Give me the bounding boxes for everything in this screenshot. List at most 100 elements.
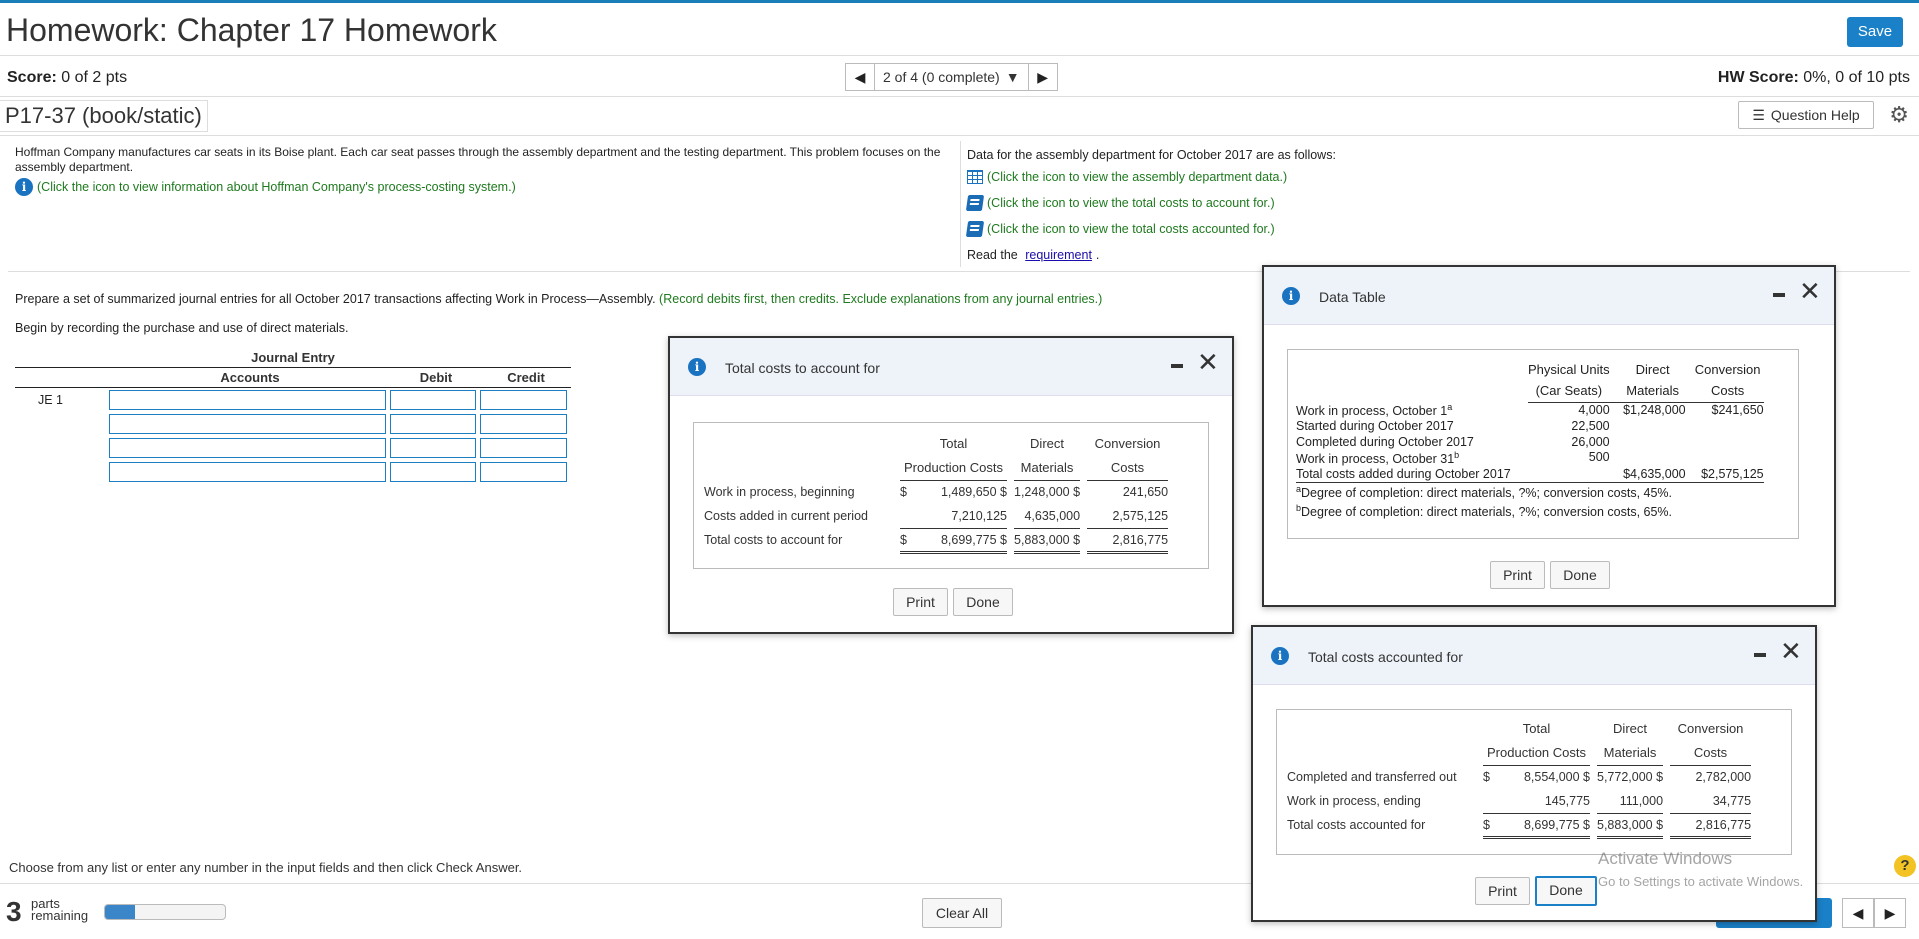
table-icon[interactable] xyxy=(967,170,983,184)
modal-data-table: i Data Table ✕ Physical Units Direct Conve… xyxy=(1262,265,1836,607)
credit-input[interactable] xyxy=(480,462,567,482)
question-select-dropdown[interactable]: 2 of 4 (0 complete) ▼ xyxy=(875,63,1028,91)
journal-header: Accounts Debit Credit xyxy=(15,368,571,388)
activation-watermark-text: Go to Settings to activate Windows. xyxy=(1598,874,1804,889)
book-icon[interactable] xyxy=(965,195,985,211)
data-table: Physical Units Direct Conversion (Car Seat… xyxy=(1296,361,1764,519)
col-credit: Credit xyxy=(507,370,545,385)
col-debit: Debit xyxy=(419,370,453,385)
page-title: Homework: Chapter 17 Homework xyxy=(6,12,497,48)
table-row: Total costs to account for $8,699,775 $5,… xyxy=(704,528,1169,554)
debit-input[interactable] xyxy=(389,438,477,458)
modal-header: i Total costs to account for ✕ xyxy=(670,338,1232,396)
print-button[interactable]: Print xyxy=(1475,877,1530,905)
close-icon[interactable]: ✕ xyxy=(1197,350,1219,376)
parts-label: parts remaining xyxy=(31,896,89,923)
modal-header: i Data Table ✕ xyxy=(1264,267,1834,325)
instructions: Prepare a set of summarized journal entr… xyxy=(15,292,1103,306)
save-button[interactable]: Save xyxy=(1847,17,1903,47)
account-input[interactable] xyxy=(108,438,386,458)
journal-row xyxy=(15,460,571,484)
activation-watermark-title: Activate Windows xyxy=(1598,849,1733,868)
print-button[interactable]: Print xyxy=(893,588,948,616)
minimize-icon[interactable] xyxy=(1171,364,1183,368)
table-row: Completed during October 2017 26,000 xyxy=(1296,435,1610,450)
done-button[interactable]: Done xyxy=(1550,561,1610,589)
minimize-icon[interactable] xyxy=(1773,293,1785,297)
title-bar: Homework: Chapter 17 Homework Save xyxy=(0,6,1919,56)
credit-input[interactable] xyxy=(480,438,567,458)
progress-fill xyxy=(105,905,135,919)
table-row: Work in process, ending 145,775 111,000 34,… xyxy=(1287,789,1752,814)
info-icon: i xyxy=(1271,647,1289,665)
modal-table-box: Total Direct Conversion Production Costs Ma… xyxy=(1276,709,1792,855)
next-button[interactable]: ▶ xyxy=(1874,898,1906,928)
question-help-button[interactable]: ☰ Question Help xyxy=(1738,101,1874,129)
modal-title: Data Table xyxy=(1319,289,1386,305)
modal-title: Total costs to account for xyxy=(725,360,880,376)
table-row: Work in process, October 31b 500 xyxy=(1296,450,1610,467)
journal-title: Journal Entry xyxy=(15,350,571,368)
table-row: Work in process, October 1a 4,000 $1,248,0… xyxy=(1296,402,1764,419)
costs-accounted-link[interactable]: (Click the icon to view the total costs … xyxy=(965,216,1567,242)
table-row: Total costs added during October 2017 $4,… xyxy=(1296,466,1764,483)
begin-instruction: Begin by recording the purchase and use … xyxy=(15,321,349,335)
table-row: Costs added in current period 7,210,125 4,… xyxy=(704,504,1169,529)
clear-all-button[interactable]: Clear All xyxy=(922,898,1002,928)
requirement-link[interactable]: requirement xyxy=(1025,248,1092,262)
credit-input[interactable] xyxy=(480,414,567,434)
hw-score: HW Score: 0%, 0 of 10 pts xyxy=(1717,69,1910,86)
costs-to-account-link[interactable]: (Click the icon to view the total costs … xyxy=(965,190,1567,216)
assembly-data-link[interactable]: (Click the icon to view the assembly dep… xyxy=(967,164,1567,190)
print-button[interactable]: Print xyxy=(1490,561,1545,589)
account-input[interactable] xyxy=(108,414,386,434)
score: Score: 0 of 2 pts xyxy=(7,69,128,86)
footnote-a: aDegree of completion: direct materials,… xyxy=(1296,483,1673,501)
table-row: Started during October 2017 22,500 xyxy=(1296,419,1610,434)
previous-question-button[interactable]: ◀ xyxy=(845,63,875,91)
parts-count: 3 xyxy=(6,896,22,927)
gear-icon[interactable]: ⚙ xyxy=(1889,102,1909,128)
account-input[interactable] xyxy=(108,462,386,482)
modal-header: i Total costs accounted for ✕ xyxy=(1253,627,1815,685)
book-icon[interactable] xyxy=(965,221,985,237)
col-accounts: Accounts xyxy=(220,370,280,385)
minimize-icon[interactable] xyxy=(1754,653,1766,657)
done-button[interactable]: Done xyxy=(953,588,1013,616)
next-question-button[interactable]: ▶ xyxy=(1027,63,1058,91)
question-navigator: ◀ 2 of 4 (0 complete) ▼ ▶ xyxy=(845,63,1058,91)
debit-input[interactable] xyxy=(389,414,477,434)
caret-down-icon: ▼ xyxy=(1005,69,1020,85)
bottom-navigator: ◀ ▶ xyxy=(1842,898,1906,928)
info-link[interactable]: i (Click the icon to view information ab… xyxy=(15,178,955,196)
divider xyxy=(960,141,961,267)
entry-label: JE 1 xyxy=(38,393,64,407)
table-row: Work in process, beginning $1,489,650 $1,… xyxy=(704,485,1169,500)
journal-entry-table: Journal Entry Accounts Debit Credit JE 1 xyxy=(15,350,571,484)
close-icon[interactable]: ✕ xyxy=(1799,279,1821,305)
costs-table: Total Direct Conversion Production Costs Ma… xyxy=(1287,716,1752,839)
list-icon: ☰ xyxy=(1752,106,1765,123)
footer-instruction: Choose from any list or enter any number… xyxy=(9,860,523,875)
debit-input[interactable] xyxy=(389,390,477,410)
modal-title: Total costs accounted for xyxy=(1308,649,1463,665)
journal-row xyxy=(15,412,571,436)
data-heading: Data for the assembly department for Oct… xyxy=(967,148,1336,162)
modal-table-box: Total Direct Conversion Production Costs Ma… xyxy=(693,422,1209,569)
modal-table-box: Physical Units Direct Conversion (Car Seat… xyxy=(1287,349,1799,539)
progress-bar xyxy=(104,904,226,920)
done-button[interactable]: Done xyxy=(1535,876,1597,906)
info-icon[interactable]: i xyxy=(15,178,33,196)
credit-input[interactable] xyxy=(480,390,567,410)
previous-button[interactable]: ◀ xyxy=(1842,898,1874,928)
help-icon[interactable]: ? xyxy=(1894,855,1916,877)
debit-input[interactable] xyxy=(389,462,477,482)
problem-intro: Hoffman Company manufactures car seats i… xyxy=(15,145,955,196)
table-row: Total costs accounted for $8,699,775 $5,8… xyxy=(1287,813,1752,839)
data-links: Data for the assembly department for Oct… xyxy=(965,146,1567,268)
costs-table: Total Direct Conversion Production Costs Ma… xyxy=(704,431,1169,554)
close-icon[interactable]: ✕ xyxy=(1780,639,1802,665)
account-input[interactable] xyxy=(108,390,386,410)
score-bar: Score: 0 of 2 pts ◀ 2 of 4 (0 complete) ▼… xyxy=(0,57,1919,97)
journal-row: JE 1 xyxy=(15,388,571,412)
